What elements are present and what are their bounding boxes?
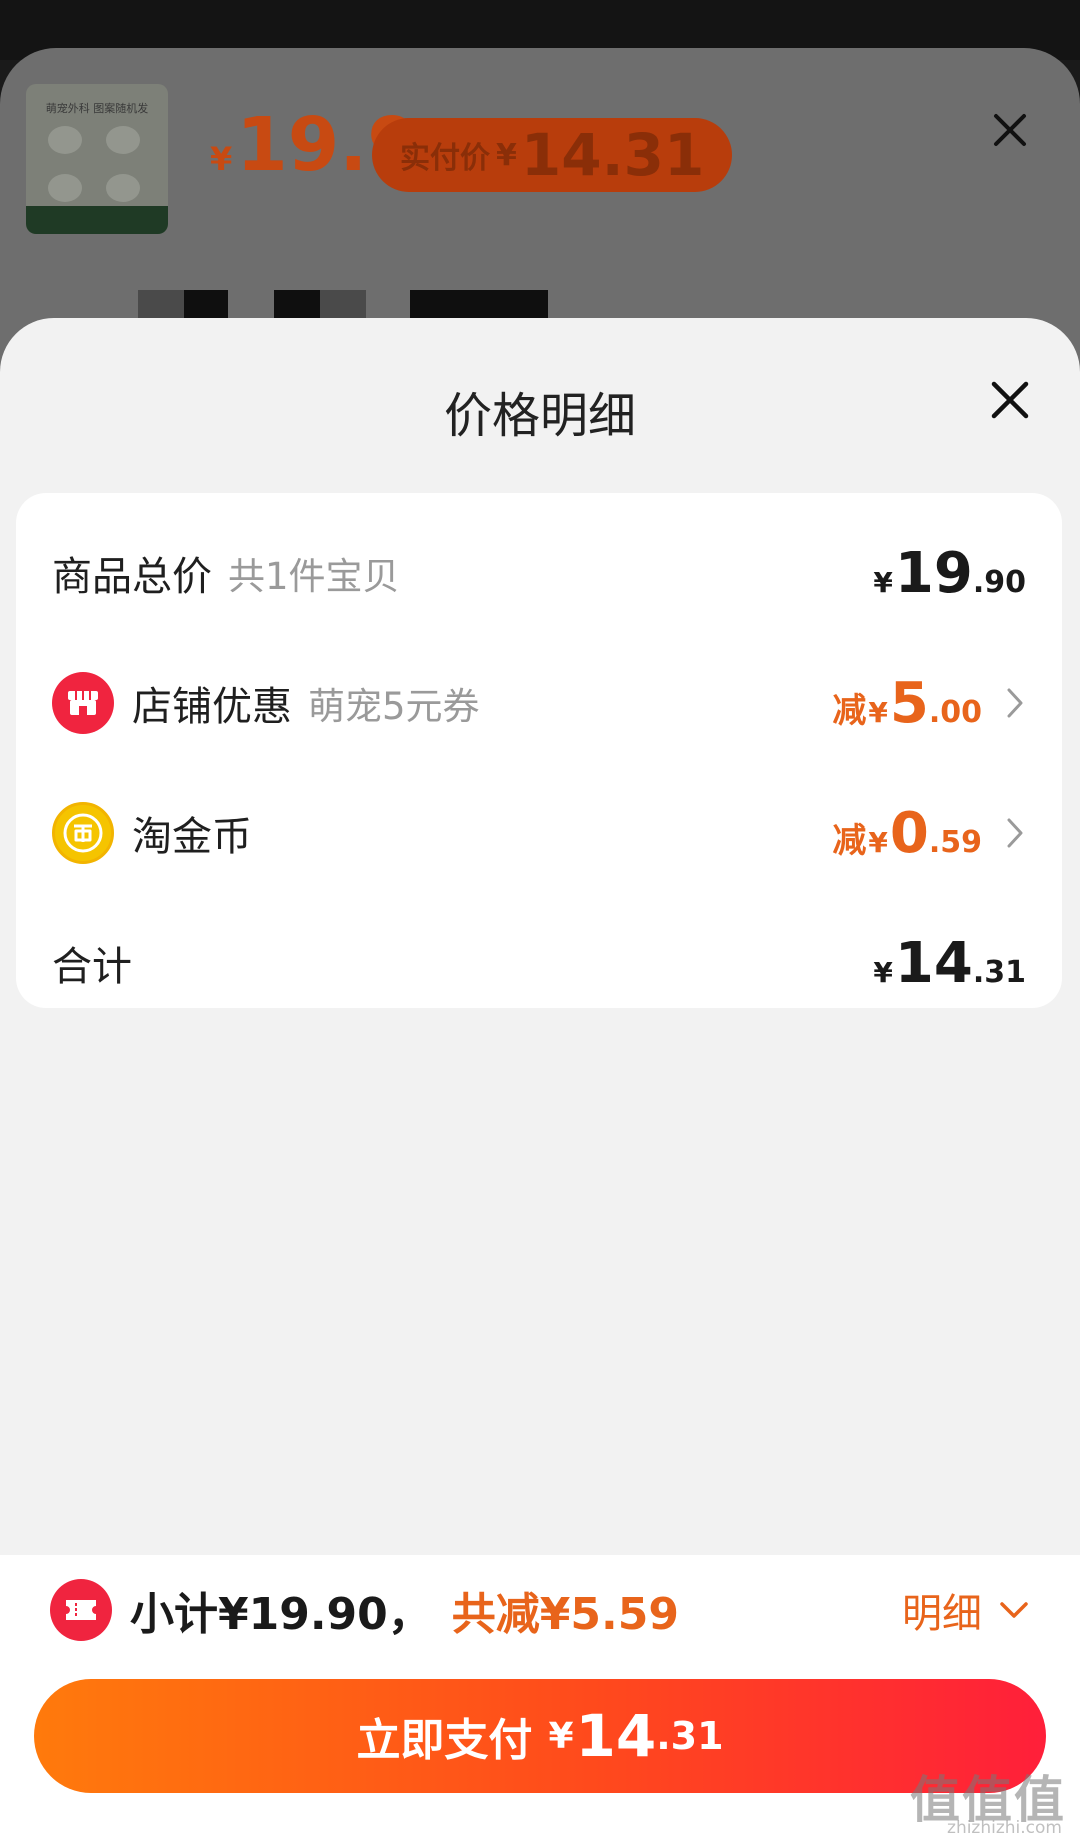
- row-sum: 合计 ¥ 14 .31: [16, 923, 1062, 1003]
- row-sub: 共1件宝贝: [228, 555, 400, 598]
- watermark-url: zhizhizhi.com: [947, 1818, 1062, 1838]
- total-reduced-text: 共减¥5.59: [451, 1589, 679, 1640]
- row-total-price: 商品总价 共1件宝贝 ¥ 19 .90: [16, 533, 1062, 613]
- close-icon[interactable]: [984, 374, 1036, 426]
- actual-price-pill: 实付价 ¥ 14.31: [372, 118, 733, 192]
- chevron-right-icon: [1007, 818, 1023, 848]
- row-shop-discount[interactable]: 店铺优惠 萌宠5元券 减 ¥ 5 .00: [16, 663, 1062, 743]
- sum-amount: ¥ 14 .31: [873, 930, 1026, 996]
- pay-now-button[interactable]: 立即支付 ¥ 14 .31: [34, 1679, 1046, 1793]
- product-thumbnail: 萌宠外科 图案随机发: [26, 84, 168, 234]
- shop-discount-amount: 减 ¥ 5 .00: [832, 670, 982, 736]
- subtotal-row: 小计¥19.90， 共减¥5.59: [50, 1577, 679, 1643]
- row-label: 合计: [52, 944, 132, 990]
- detail-label: 明细: [902, 1591, 982, 1637]
- thumb-item: [106, 126, 140, 154]
- row-label: 商品总价: [52, 554, 212, 600]
- coin-icon: [52, 802, 114, 864]
- chevron-down-icon: [1000, 1602, 1028, 1618]
- shop-icon: [52, 672, 114, 734]
- sheet-title: 价格明细: [443, 388, 636, 444]
- detail-toggle[interactable]: 明细: [902, 1577, 1030, 1643]
- thumb-item: [48, 126, 82, 154]
- thumb-item: [48, 174, 82, 202]
- price-detail-card: 商品总价 共1件宝贝 ¥ 19 .90 店铺优惠 萌宠5元券 减 ¥ 5 .00…: [16, 493, 1062, 1008]
- ticket-icon: [50, 1579, 112, 1641]
- coin-discount-amount: 减 ¥ 0 .59: [832, 800, 982, 866]
- thumb-caption: 萌宠外科 图案随机发: [45, 102, 149, 115]
- coupon-name: 萌宠5元券: [308, 685, 480, 728]
- row-label: 店铺优惠: [132, 684, 292, 730]
- total-price-amount: ¥ 19 .90: [873, 540, 1026, 606]
- subtotal-text: 小计¥19.90，: [130, 1589, 432, 1640]
- row-taojinbi[interactable]: 淘金币 减 ¥ 0 .59: [16, 793, 1062, 873]
- thumb-banner: [26, 206, 168, 234]
- thumb-item: [106, 174, 140, 202]
- chevron-right-icon: [1007, 688, 1023, 718]
- row-label: 淘金币: [132, 814, 252, 860]
- background-close-icon[interactable]: [990, 110, 1030, 150]
